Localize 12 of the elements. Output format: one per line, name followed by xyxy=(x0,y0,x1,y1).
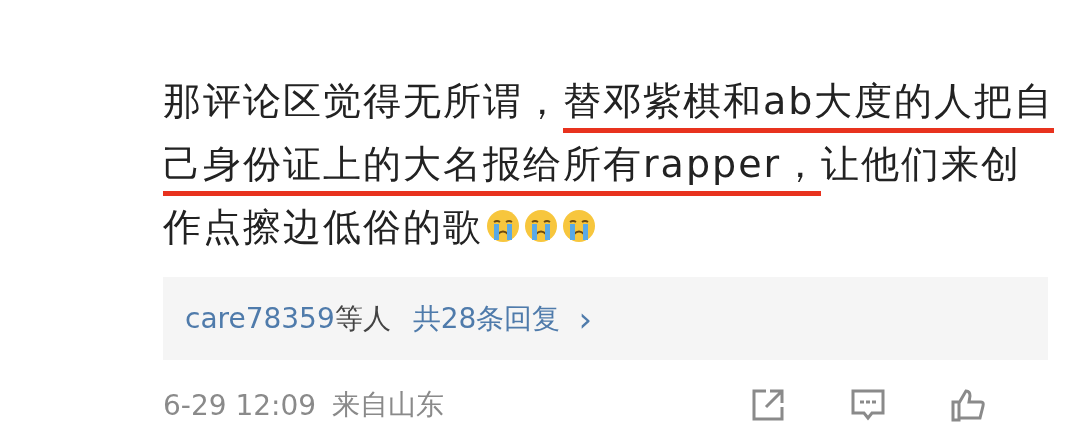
crying-face-icon xyxy=(561,208,597,244)
crying-face-icon xyxy=(485,208,521,244)
timestamp: 6-29 12:09 xyxy=(163,388,317,422)
thumbs-up-icon[interactable] xyxy=(950,387,986,422)
view-replies-link[interactable]: 共28条回复 xyxy=(412,299,561,338)
comment-icon[interactable] xyxy=(850,387,886,422)
share-icon[interactable] xyxy=(750,387,786,422)
reply-user-link[interactable]: care78359 xyxy=(185,302,335,335)
chevron-icon[interactable]: › xyxy=(578,298,592,339)
location-text: 来自山东 xyxy=(332,387,445,422)
crying-face-icon xyxy=(523,208,559,244)
reply-users-suffix: 等人 xyxy=(334,300,391,337)
